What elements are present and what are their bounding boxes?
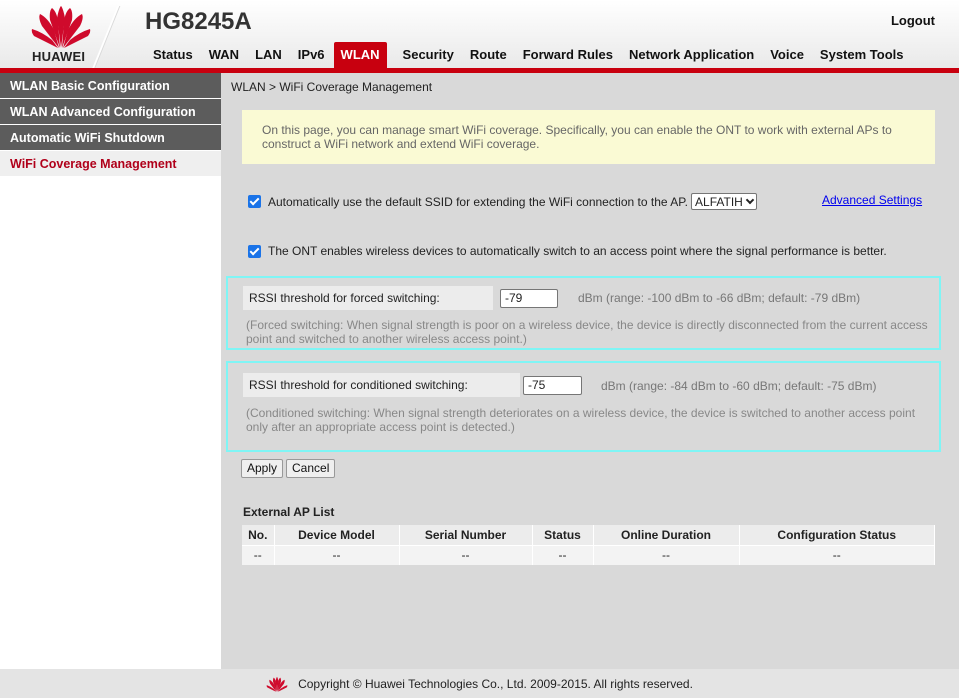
table-cell: -- — [399, 544, 533, 565]
conditioned-note-line1: (Conditioned switching: When signal stre… — [246, 406, 916, 420]
conditioned-note-line2: only after an appropriate access point i… — [246, 420, 515, 434]
table-cell: -- — [242, 544, 275, 565]
nav-security[interactable]: Security — [395, 42, 462, 68]
sidebar-item-wlan-advanced[interactable]: WLAN Advanced Configuration — [0, 99, 221, 125]
sidebar-item-wlan-basic[interactable]: WLAN Basic Configuration — [0, 73, 221, 99]
advanced-settings-link[interactable]: Advanced Settings — [822, 193, 922, 207]
device-model-title: HG8245A — [145, 8, 252, 35]
external-ap-table: No. Device Model Serial Number Status On… — [242, 525, 935, 565]
auto-ssid-checkbox[interactable] — [248, 195, 261, 208]
conditioned-threshold-hint: dBm (range: -84 dBm to -60 dBm; default:… — [601, 379, 877, 393]
main-content: WLAN > WiFi Coverage Management On this … — [221, 73, 959, 669]
nav-status[interactable]: Status — [145, 42, 201, 68]
nav-network-application[interactable]: Network Application — [621, 42, 762, 68]
conditioned-input-cell: -75 — [520, 373, 600, 397]
forced-input-cell: -79 — [495, 286, 575, 310]
forced-switching-section: RSSI threshold for forced switching: -79… — [226, 276, 941, 350]
column-header-status: Status — [532, 525, 594, 545]
nav-forward-rules[interactable]: Forward Rules — [515, 42, 621, 68]
column-header-online-duration: Online Duration — [593, 525, 740, 545]
table-header-row: No. Device Model Serial Number Status On… — [242, 525, 935, 545]
nav-voice[interactable]: Voice — [762, 42, 812, 68]
nav-lan[interactable]: LAN — [247, 42, 290, 68]
cancel-button[interactable]: Cancel — [286, 459, 336, 478]
chevron-down-icon — [745, 195, 755, 205]
copyright-text: Copyright © Huawei Technologies Co., Ltd… — [298, 676, 693, 691]
table-cell: -- — [739, 544, 935, 565]
forced-note-line2: point and switched to another wireless a… — [246, 332, 527, 346]
column-header-configuration-status: Configuration Status — [739, 525, 935, 545]
sidebar-item-auto-wifi-shutdown[interactable]: Automatic WiFi Shutdown — [0, 125, 221, 151]
huawei-flower-icon — [31, 6, 91, 48]
sidebar: WLAN Basic Configuration WLAN Advanced C… — [0, 73, 221, 669]
footer: Copyright © Huawei Technologies Co., Ltd… — [0, 669, 959, 698]
column-header-no: No. — [242, 525, 275, 545]
external-ap-list-title: External AP List — [243, 505, 335, 519]
auto-ssid-label: Automatically use the default SSID for e… — [268, 194, 689, 209]
forced-threshold-hint: dBm (range: -100 dBm to -66 dBm; default… — [578, 291, 861, 305]
info-text-line1: On this page, you can manage smart WiFi … — [262, 123, 892, 137]
conditioned-threshold-label: RSSI threshold for conditioned switching… — [243, 373, 520, 397]
main-nav: Status WAN LAN IPv6 WLAN Security Route … — [145, 42, 911, 68]
info-text-line2: construct a WiFi network and extend WiFi… — [262, 137, 540, 151]
huawei-footer-logo-icon — [266, 676, 288, 692]
brand-text: HUAWEI — [32, 49, 86, 64]
info-box: On this page, you can manage smart WiFi … — [242, 110, 935, 164]
nav-system-tools[interactable]: System Tools — [812, 42, 912, 68]
auto-switch-label: The ONT enables wireless devices to auto… — [268, 244, 887, 258]
breadcrumb: WLAN > WiFi Coverage Management — [231, 80, 433, 94]
nav-wan[interactable]: WAN — [201, 42, 247, 68]
table-cell: -- — [532, 544, 594, 565]
forced-note-line1: (Forced switching: When signal strength … — [246, 318, 928, 332]
apply-button[interactable]: Apply — [241, 459, 284, 478]
logout-link[interactable]: Logout — [891, 13, 935, 28]
ssid-select[interactable]: ALFATIH — [691, 193, 757, 210]
header: HUAWEI HG8245A Logout Status WAN LAN IPv… — [0, 0, 959, 72]
conditioned-switching-section: RSSI threshold for conditioned switching… — [226, 361, 941, 452]
table-cell: -- — [274, 544, 400, 565]
auto-switch-row: The ONT enables wireless devices to auto… — [248, 244, 887, 258]
table-row: -- -- -- -- -- -- — [242, 544, 935, 565]
ssid-select-value: ALFATIH — [695, 194, 743, 209]
column-header-serial-number: Serial Number — [399, 525, 533, 545]
conditioned-threshold-input[interactable]: -75 — [523, 376, 582, 395]
nav-ipv6[interactable]: IPv6 — [290, 42, 333, 68]
table-cell: -- — [593, 544, 740, 565]
forced-switching-note: (Forced switching: When signal strength … — [246, 318, 928, 346]
sidebar-item-wifi-coverage[interactable]: WiFi Coverage Management — [0, 151, 221, 177]
auto-ssid-row: Automatically use the default SSID for e… — [248, 193, 757, 210]
conditioned-switching-note: (Conditioned switching: When signal stre… — [246, 406, 915, 434]
auto-switch-checkbox[interactable] — [248, 244, 261, 258]
forced-threshold-label: RSSI threshold for forced switching: — [243, 286, 493, 310]
forced-threshold-input[interactable]: -79 — [500, 289, 558, 308]
huawei-logo: HUAWEI — [2, 0, 120, 68]
nav-route[interactable]: Route — [462, 42, 515, 68]
nav-wlan[interactable]: WLAN — [333, 42, 387, 68]
column-header-device-model: Device Model — [274, 525, 400, 545]
